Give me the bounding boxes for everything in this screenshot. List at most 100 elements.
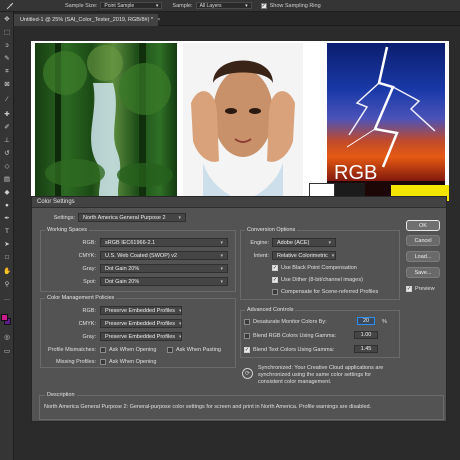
eyedropper-tool-icon[interactable]: ⁄ (2, 96, 12, 104)
document-tab[interactable]: Untitled-1 @ 25% (SAI_Color_Tester_2019,… (14, 14, 160, 26)
eraser-tool-icon[interactable]: ◇ (2, 163, 12, 171)
history-brush-tool-icon[interactable]: ↺ (2, 150, 12, 158)
settings-select[interactable]: North America General Purpose 2 ▾ (78, 213, 186, 222)
eyedropper-icon[interactable] (3, 1, 17, 11)
screen-mode-icon[interactable]: ▭ (2, 348, 12, 356)
settings-value: North America General Purpose 2 (83, 214, 166, 221)
mismatch-ask-opening-label: Ask When Opening (109, 347, 157, 353)
chevron-down-icon: ▾ (178, 214, 181, 221)
ws-rgb-label: RGB: (82, 240, 96, 246)
blend-text-checkbox[interactable]: ✓ (244, 347, 250, 353)
conversion-options-title: Conversion Options (245, 227, 298, 233)
black-point-label: Use Black Point Compensation (281, 265, 357, 271)
chevron-down-icon: ▾ (220, 252, 223, 259)
sample-value: All Layers (199, 2, 222, 9)
frame-tool-icon[interactable]: ⊠ (2, 81, 12, 89)
advanced-controls-title: Advanced Controls (245, 307, 296, 313)
ws-rgb-value: sRGB IEC61966-2.1 (105, 239, 156, 246)
document-canvas[interactable]: RGB (31, 41, 449, 201)
desaturate-input[interactable]: 20 (357, 317, 375, 325)
ws-cmyk-select[interactable]: U.S. Web Coated (SWOP) v2 ▾ (100, 251, 228, 260)
settings-label: Settings: (53, 215, 75, 221)
more-tools-icon[interactable]: … (2, 295, 12, 303)
sample-label: Sample: (172, 2, 193, 9)
path-select-tool-icon[interactable]: ➤ (2, 241, 12, 249)
options-bar: Sample Size: Point Sample ▾ Sample: All … (0, 0, 460, 12)
policy-cmyk-label: CMYK: (78, 321, 96, 327)
policy-gray-label: Gray: (82, 334, 96, 340)
mismatch-ask-opening-checkbox[interactable] (100, 347, 106, 353)
ok-button[interactable]: OK (406, 220, 440, 231)
blend-rgb-checkbox[interactable] (244, 333, 250, 339)
policy-rgb-label: RGB: (82, 308, 96, 314)
blur-tool-icon[interactable]: ◆ (2, 189, 12, 197)
color-settings-dialog: Color Settings Settings: North America G… (31, 196, 447, 422)
engine-select[interactable]: Adobe (ACE) ▾ (272, 238, 336, 247)
sync-message-line3: consistent color management. (258, 379, 332, 385)
intent-select[interactable]: Relative Colorimetric ▾ (272, 251, 336, 260)
blend-text-input[interactable]: 1.45 (354, 345, 378, 353)
mismatch-ask-pasting-label: Ask When Pasting (176, 347, 221, 353)
quick-mask-icon[interactable]: ◎ (2, 334, 12, 342)
missing-ask-opening-checkbox[interactable] (100, 359, 106, 365)
document-tab-title: Untitled-1 @ 25% (SAI_Color_Tester_2019,… (20, 17, 154, 23)
sync-message-line1: Synchronized: Your Creative Cloud applic… (258, 365, 384, 371)
desaturate-checkbox[interactable] (244, 319, 250, 325)
blend-rgb-input[interactable]: 1.00 (354, 331, 378, 339)
marquee-tool-icon[interactable]: ⬚ (2, 29, 12, 37)
mismatch-ask-pasting-checkbox[interactable] (167, 347, 173, 353)
face-splash-photo (183, 43, 303, 201)
lasso-tool-icon[interactable]: ↄ (2, 42, 12, 50)
desaturate-unit: % (382, 319, 387, 325)
clone-stamp-tool-icon[interactable]: ⊥ (2, 137, 12, 145)
engine-value: Adobe (ACE) (277, 239, 310, 246)
black-point-checkbox[interactable]: ✓ (272, 265, 278, 271)
healing-brush-tool-icon[interactable]: ✚ (2, 111, 12, 119)
save-button[interactable]: Save... (406, 267, 440, 278)
dialog-title: Color Settings (32, 197, 446, 208)
ws-cmyk-value: U.S. Web Coated (SWOP) v2 (105, 252, 178, 259)
type-tool-icon[interactable]: T (2, 228, 12, 236)
dither-checkbox[interactable]: ✓ (272, 277, 278, 283)
hand-tool-icon[interactable]: ✋ (2, 268, 12, 276)
missing-profiles-label: Missing Profiles: (55, 359, 96, 365)
sampling-ring-checkbox[interactable]: ✓ (260, 2, 267, 9)
cancel-button[interactable]: Cancel (406, 235, 440, 246)
preview-checkbox[interactable]: ✓ (406, 286, 412, 292)
rectangle-tool-icon[interactable]: □ (2, 254, 12, 262)
forest-photo (35, 43, 177, 201)
blend-text-label: Blend Text Colors Using Gamma: (253, 347, 335, 353)
brush-tool-icon[interactable]: ✐ (2, 124, 12, 132)
scene-comp-checkbox[interactable] (272, 289, 278, 295)
load-button[interactable]: Load... (406, 251, 440, 262)
ws-gray-select[interactable]: Dot Gain 20% ▾ (100, 264, 228, 273)
chevron-down-icon: ▾ (220, 278, 223, 285)
gradient-tool-icon[interactable]: ▤ (2, 176, 12, 184)
move-tool-icon[interactable]: ✥ (2, 16, 12, 24)
chevron-down-icon: ▾ (220, 265, 223, 272)
policies-title: Color Management Policies (45, 295, 117, 301)
document-tab-bar: Untitled-1 @ 25% (SAI_Color_Tester_2019,… (14, 12, 460, 26)
foreground-color-swatch[interactable] (1, 314, 8, 321)
policy-gray-select[interactable]: Preserve Embedded Profiles ▾ (100, 332, 182, 341)
sample-select[interactable]: All Layers ▾ (195, 2, 252, 9)
quick-select-tool-icon[interactable]: ✎ (2, 55, 12, 63)
sample-size-label: Sample Size: (65, 2, 98, 9)
policy-cmyk-select[interactable]: Preserve Embedded Profiles ▾ (100, 319, 182, 328)
zoom-tool-icon[interactable]: ⚲ (2, 281, 12, 289)
pen-tool-icon[interactable]: ✒ (2, 215, 12, 223)
sample-size-select[interactable]: Point Sample ▾ (100, 2, 163, 9)
missing-ask-opening-label: Ask When Opening (109, 359, 157, 365)
ws-spot-select[interactable]: Dot Gain 20% ▾ (100, 277, 228, 286)
ws-rgb-select[interactable]: sRGB IEC61966-2.1 ▾ (100, 238, 228, 247)
crop-tool-icon[interactable]: ⌗ (2, 68, 12, 76)
ws-spot-label: Spot: (83, 279, 96, 285)
policy-rgb-select[interactable]: Preserve Embedded Profiles ▾ (100, 306, 182, 315)
policy-rgb-value: Preserve Embedded Profiles (105, 307, 176, 314)
ws-gray-label: Gray: (82, 266, 96, 272)
close-icon[interactable]: × (157, 17, 160, 23)
policy-cmyk-value: Preserve Embedded Profiles (105, 320, 176, 327)
dodge-tool-icon[interactable]: ● (2, 202, 12, 210)
intent-value: Relative Colorimetric (277, 252, 328, 259)
sample-size-value: Point Sample (104, 2, 135, 9)
